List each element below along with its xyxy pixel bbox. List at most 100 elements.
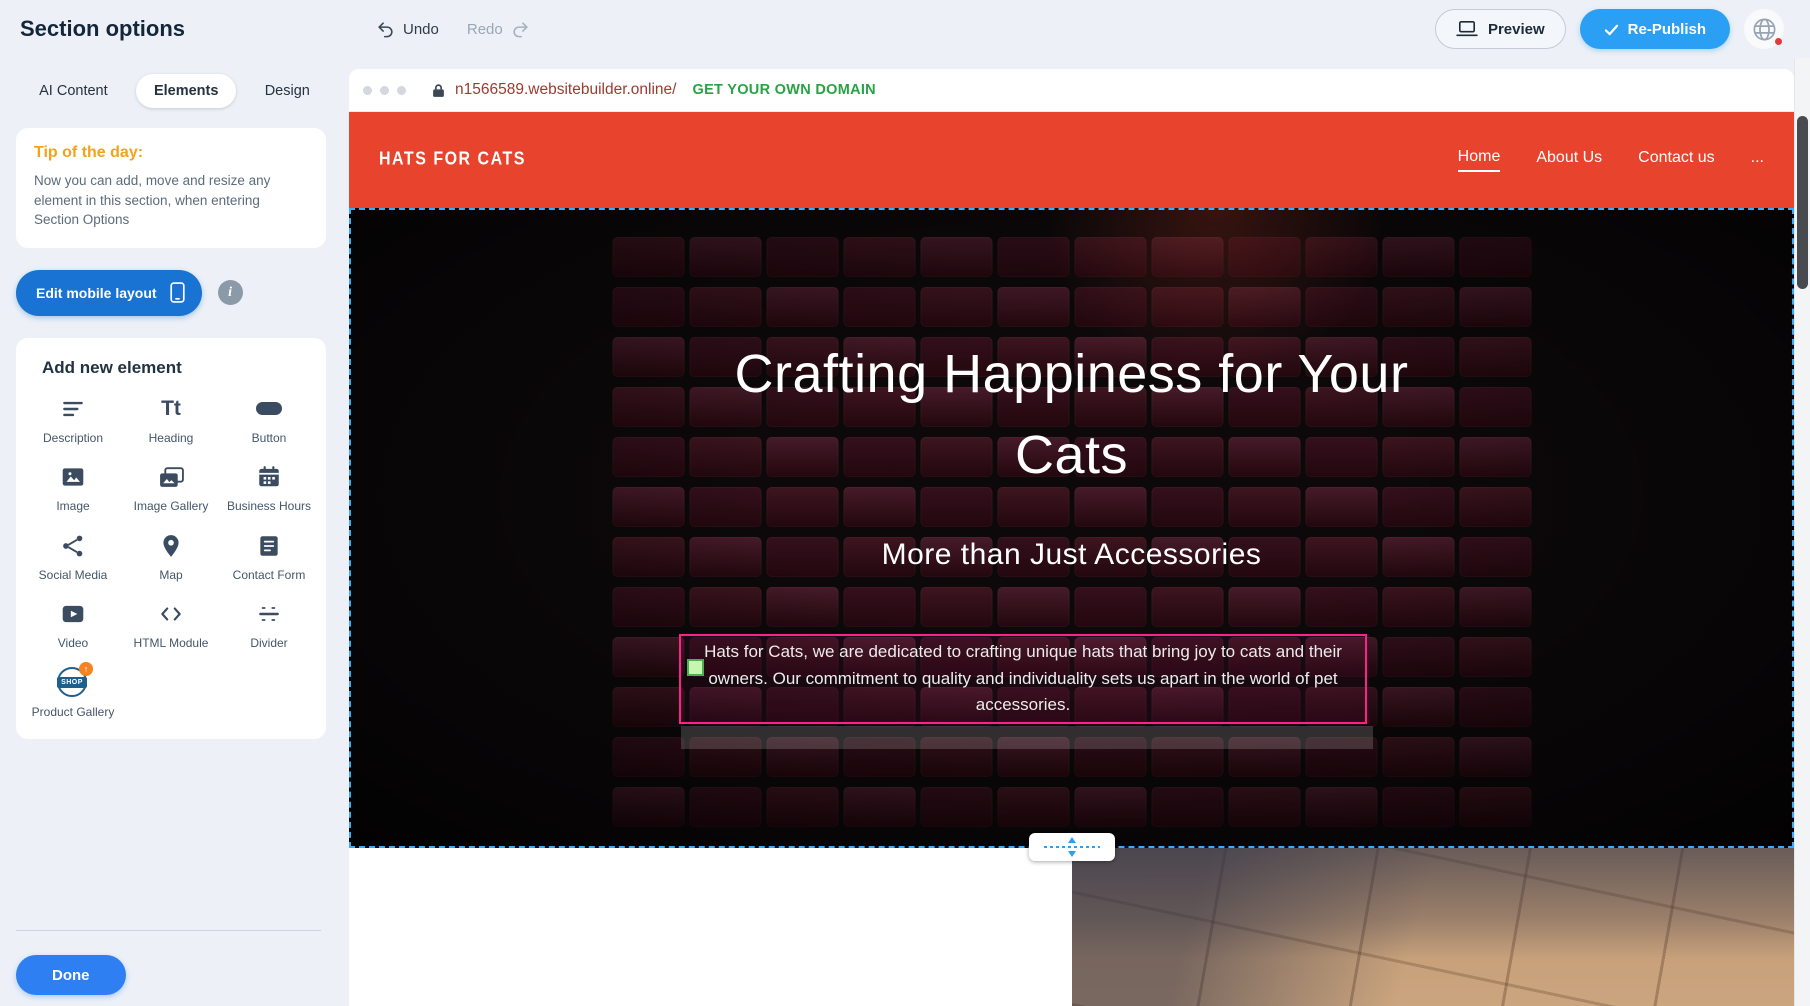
undo-label: Undo [403, 21, 439, 38]
edit-mobile-label: Edit mobile layout [36, 285, 157, 301]
lock-icon [432, 83, 445, 98]
notification-dot [1775, 38, 1782, 45]
republish-button[interactable]: Re-Publish [1580, 9, 1730, 49]
sidebar-footer: Done [16, 930, 321, 1006]
page-scrollbar [1794, 58, 1810, 1006]
element-contact-form[interactable]: Contact Form [223, 531, 315, 584]
add-element-title: Add new element [42, 358, 318, 378]
element-drag-handle[interactable] [687, 659, 704, 676]
social-media-icon [60, 531, 86, 561]
heading-icon: Tt [161, 394, 181, 424]
element-label: HTML Module [134, 636, 209, 652]
business-hours-icon [256, 462, 282, 492]
selected-text-element[interactable]: Hats for Cats, we are dedicated to craft… [679, 634, 1367, 724]
element-description[interactable]: Description [27, 394, 119, 447]
checkmark-icon [1604, 23, 1619, 36]
scrollbar-thumb[interactable] [1797, 116, 1808, 289]
tab-design[interactable]: Design [247, 74, 328, 108]
hero-section[interactable]: Crafting Happiness for Your Cats More th… [349, 208, 1794, 848]
page-title: Section options [20, 16, 185, 42]
redo-icon [511, 20, 530, 39]
section-options-sidebar: AI Content Elements Design Tip of the da… [0, 58, 349, 1006]
element-label: Image [56, 499, 89, 515]
element-business-hours[interactable]: Business Hours [223, 462, 315, 515]
site-nav: Home About Us Contact us ... [1458, 148, 1764, 172]
element-label: Map [159, 568, 182, 584]
divider-icon [256, 599, 282, 629]
element-image[interactable]: Image [27, 462, 119, 515]
element-label: Contact Form [233, 568, 306, 584]
topbar-actions: Preview Re-Publish [1435, 9, 1784, 49]
browser-chrome-bar: n1566589.websitebuilder.online/ GET YOUR… [349, 69, 1794, 112]
element-product-gallery[interactable]: SHOP ↑ Product Gallery [27, 668, 119, 721]
element-heading[interactable]: Tt Heading [125, 394, 217, 447]
done-button[interactable]: Done [16, 955, 126, 995]
globe-icon [1751, 16, 1778, 43]
nav-link-about[interactable]: About Us [1536, 149, 1602, 171]
html-code-icon [158, 599, 184, 629]
tip-body: Now you can add, move and resize any ele… [34, 171, 308, 230]
hero-subtitle[interactable]: More than Just Accessories [349, 538, 1794, 572]
hero-body-text: Hats for Cats, we are dedicated to craft… [695, 639, 1351, 718]
upgrade-badge-icon: ↑ [79, 662, 93, 676]
tab-elements[interactable]: Elements [136, 74, 236, 108]
mobile-layout-row: Edit mobile layout i [16, 270, 333, 316]
pavement-photo [1072, 848, 1795, 1006]
element-map[interactable]: Map [125, 531, 217, 584]
phone-icon [169, 282, 186, 303]
element-button[interactable]: Button [223, 394, 315, 447]
get-your-own-domain-link[interactable]: GET YOUR OWN DOMAIN [692, 82, 875, 98]
next-section[interactable] [349, 848, 1794, 1006]
nav-more-menu[interactable]: ... [1751, 149, 1764, 171]
history-controls: Undo Redo [376, 0, 530, 58]
element-label: Social Media [39, 568, 108, 584]
window-control-dots [363, 86, 406, 95]
element-label: Heading [149, 431, 194, 447]
hero-vignette [349, 208, 1794, 848]
element-image-gallery[interactable]: Image Gallery [125, 462, 217, 515]
next-section-white-panel [349, 848, 1072, 1006]
nav-link-home[interactable]: Home [1458, 148, 1501, 172]
map-pin-icon [158, 531, 184, 561]
site-logo[interactable]: HATS FOR CATS [379, 150, 526, 171]
element-label: Video [58, 636, 88, 652]
tip-title: Tip of the day: [34, 144, 308, 162]
section-resize-handle[interactable] [1029, 833, 1115, 861]
video-icon [60, 599, 86, 629]
element-label: Divider [250, 636, 287, 652]
cat-shadow-overlay [1072, 848, 1795, 1006]
hero-background [349, 208, 1794, 848]
add-element-card: Add new element Description Tt Heading B… [16, 338, 326, 739]
element-video[interactable]: Video [27, 599, 119, 652]
site-url: n1566589.websitebuilder.online/ [455, 81, 676, 99]
edit-mobile-layout-button[interactable]: Edit mobile layout [16, 270, 202, 316]
window-dot [380, 86, 389, 95]
element-divider[interactable]: Divider [223, 599, 315, 652]
site-header[interactable]: HATS FOR CATS Home About Us Contact us .… [349, 112, 1794, 208]
language-globe-button[interactable] [1744, 9, 1784, 49]
element-html-module[interactable]: HTML Module [125, 599, 217, 652]
republish-label: Re-Publish [1628, 21, 1706, 38]
nav-link-contact[interactable]: Contact us [1638, 149, 1714, 171]
tab-ai-content[interactable]: AI Content [21, 74, 126, 108]
hero-title[interactable]: Crafting Happiness for Your Cats [349, 334, 1794, 496]
tip-of-the-day-card: Tip of the day: Now you can add, move an… [16, 128, 326, 248]
undo-icon [376, 20, 395, 39]
sidebar-tabs: AI Content Elements Design [16, 72, 333, 110]
preview-button[interactable]: Preview [1435, 9, 1566, 49]
info-icon[interactable]: i [218, 280, 243, 305]
redo-button[interactable]: Redo [467, 20, 530, 39]
contact-form-icon [256, 531, 282, 561]
description-icon [60, 394, 86, 424]
element-social-media[interactable]: Social Media [27, 531, 119, 584]
undo-button[interactable]: Undo [376, 20, 439, 39]
element-label: Description [43, 431, 103, 447]
button-icon [256, 394, 282, 424]
element-label: Image Gallery [134, 499, 209, 515]
element-label: Business Hours [227, 499, 311, 515]
preview-monitor-icon [1456, 20, 1478, 38]
product-gallery-shop-icon: SHOP ↑ [57, 668, 89, 698]
image-gallery-icon [158, 462, 185, 492]
element-label: Button [252, 431, 287, 447]
image-icon [60, 462, 86, 492]
